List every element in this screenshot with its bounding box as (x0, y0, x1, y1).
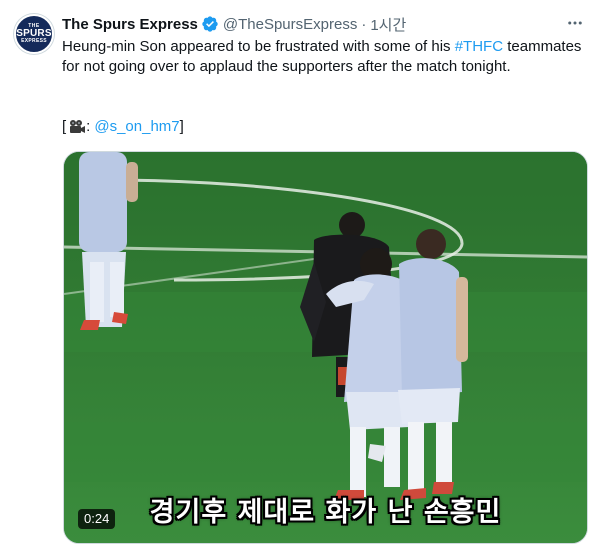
timestamp[interactable]: 1시간 (370, 14, 406, 35)
video-player[interactable]: 경기후 제대로 화가 난 손흥민 0:24 (63, 151, 588, 544)
video-subtitle: 경기후 제대로 화가 난 손흥민 (149, 497, 502, 528)
credit-open-bracket: [ (62, 118, 67, 135)
mention-link[interactable]: @s_on_hm7 (94, 117, 179, 137)
video-credit: [ : @s_on_hm7 ] (62, 117, 184, 137)
separator-dot: · (361, 15, 367, 33)
video-duration-badge: 0:24 (78, 509, 116, 529)
avatar-text-line-3: EXPRESS (21, 38, 47, 44)
tweet-text-start: Heung-min Son appeared to be frustrated … (62, 38, 455, 55)
tweet-header: The Spurs Express @TheSpursExpress · 1시간 (62, 14, 406, 34)
movie-camera-icon (70, 120, 86, 133)
display-name[interactable]: The Spurs Express (62, 16, 198, 33)
credit-close-bracket: ] (179, 118, 184, 135)
tweet-text: Heung-min Son appeared to be frustrated … (62, 37, 582, 77)
verified-badge-icon (202, 16, 218, 32)
video-frame (64, 152, 587, 543)
more-dots-graphic (568, 21, 582, 25)
avatar[interactable]: THE SPURS EXPRESS (14, 14, 54, 54)
more-horizontal-icon[interactable] (564, 12, 586, 34)
hashtag-link[interactable]: #THFC (455, 38, 503, 55)
credit-colon: : (86, 118, 91, 135)
handle[interactable]: @TheSpursExpress (223, 16, 357, 33)
tweet[interactable]: THE SPURS EXPRESS The Spurs Express @The… (0, 0, 600, 548)
